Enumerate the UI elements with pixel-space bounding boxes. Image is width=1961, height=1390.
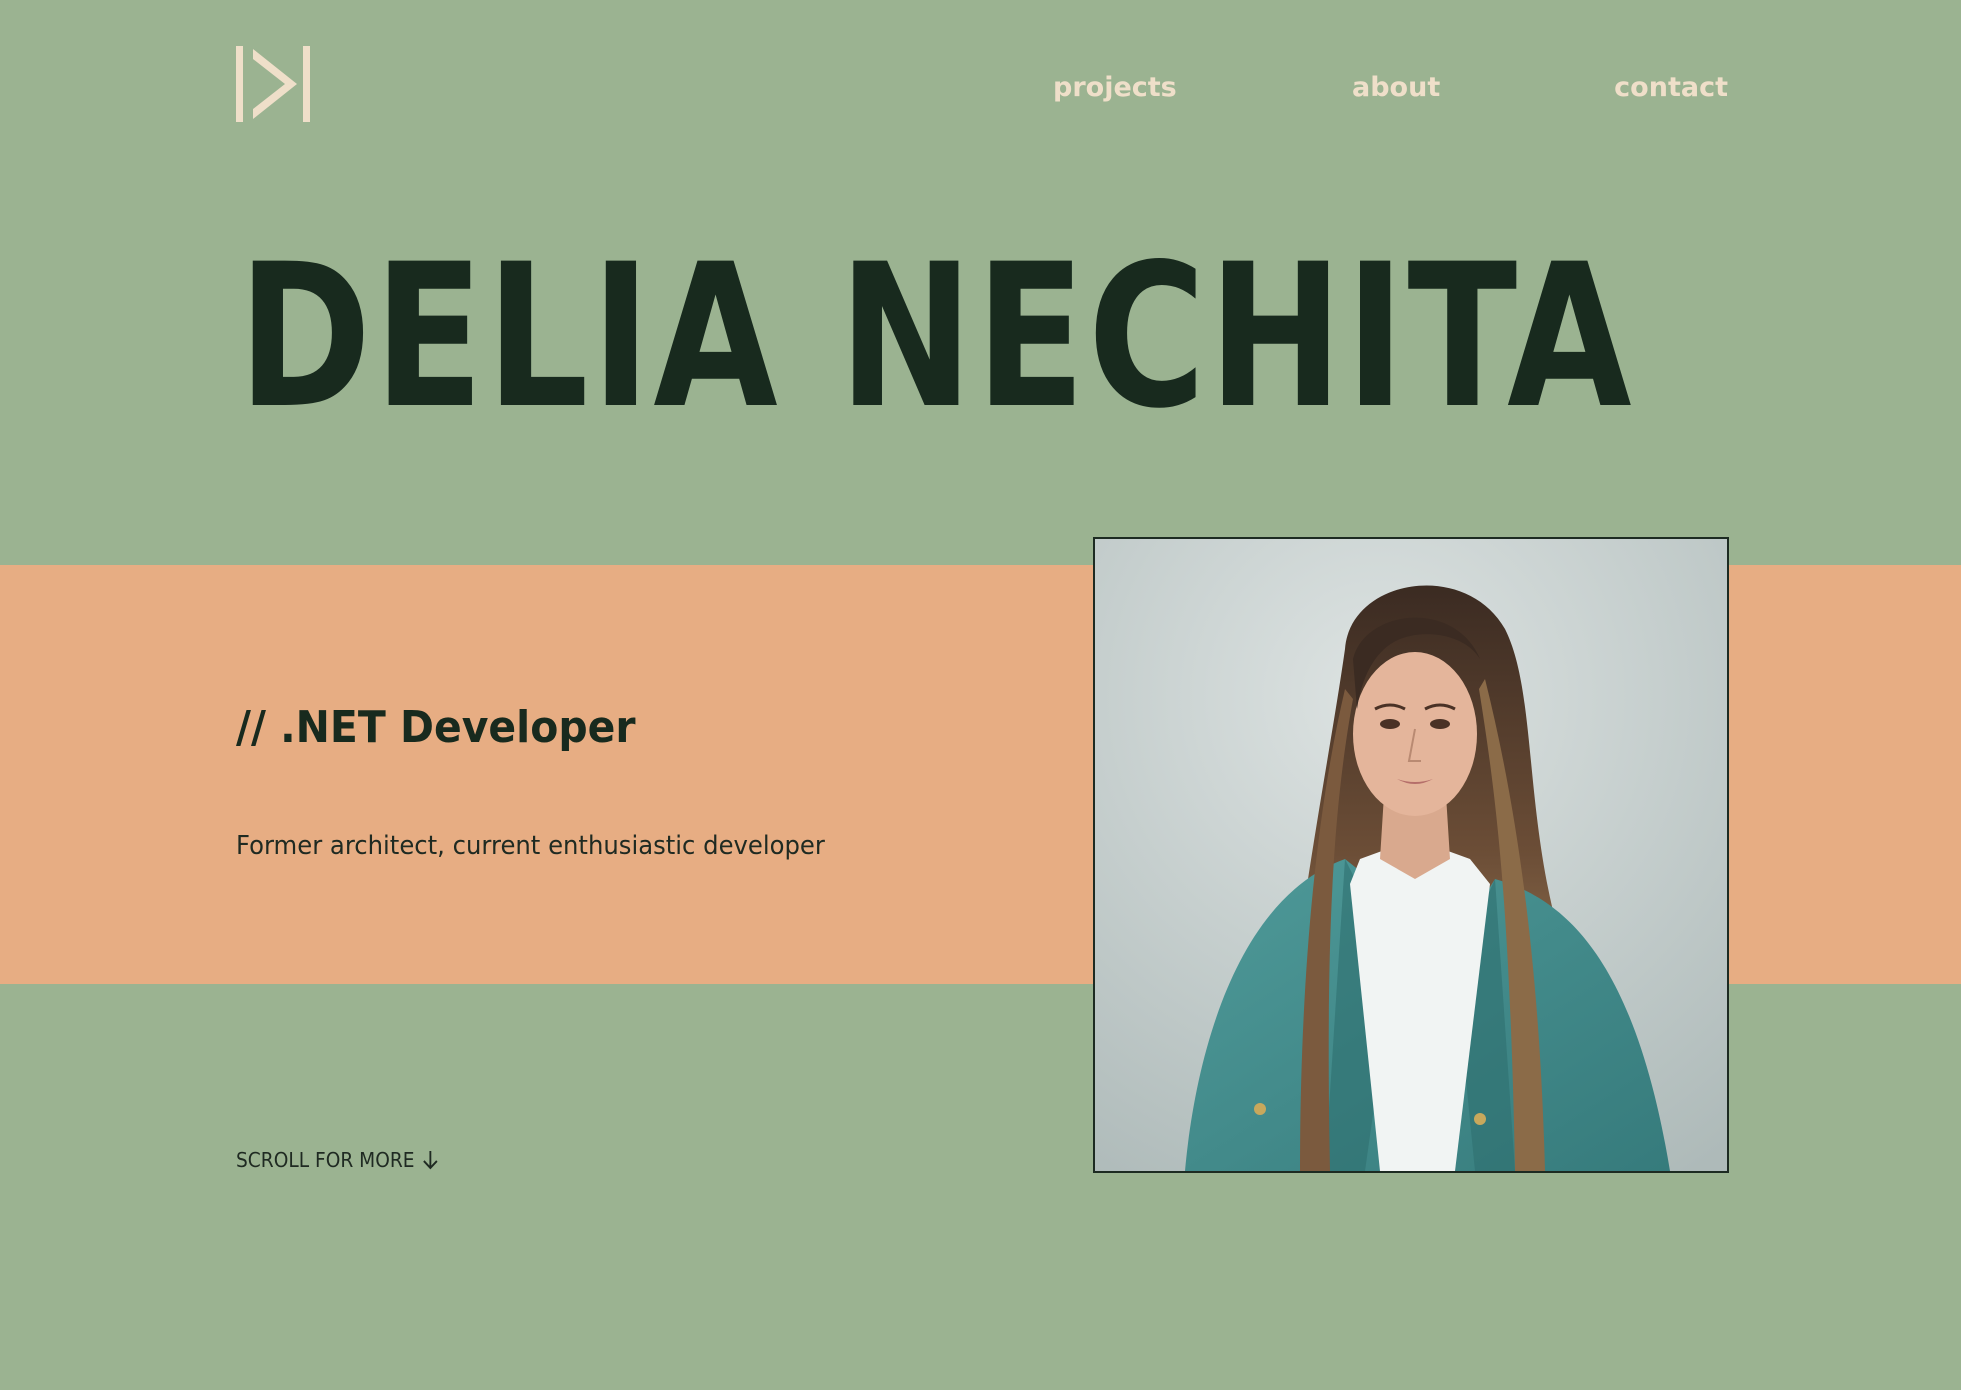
portrait-photo (1093, 537, 1729, 1173)
nav-link-projects[interactable]: projects (1053, 68, 1177, 108)
nav-link-contact[interactable]: contact (1614, 68, 1728, 108)
brand-logo[interactable] (235, 46, 312, 122)
hero-name-heading: DELIA NECHITA (238, 221, 1634, 452)
scroll-label: SCROLL FOR MORE (236, 1148, 415, 1172)
role-heading: // .NET Developer (236, 702, 636, 753)
scroll-for-more[interactable]: SCROLL FOR MORE (236, 1146, 439, 1174)
nav-link-about[interactable]: about (1352, 68, 1440, 108)
arrow-down-icon (423, 1151, 438, 1170)
tagline-text: Former architect, current enthusiastic d… (236, 831, 825, 861)
play-end-logo-icon (236, 46, 310, 122)
